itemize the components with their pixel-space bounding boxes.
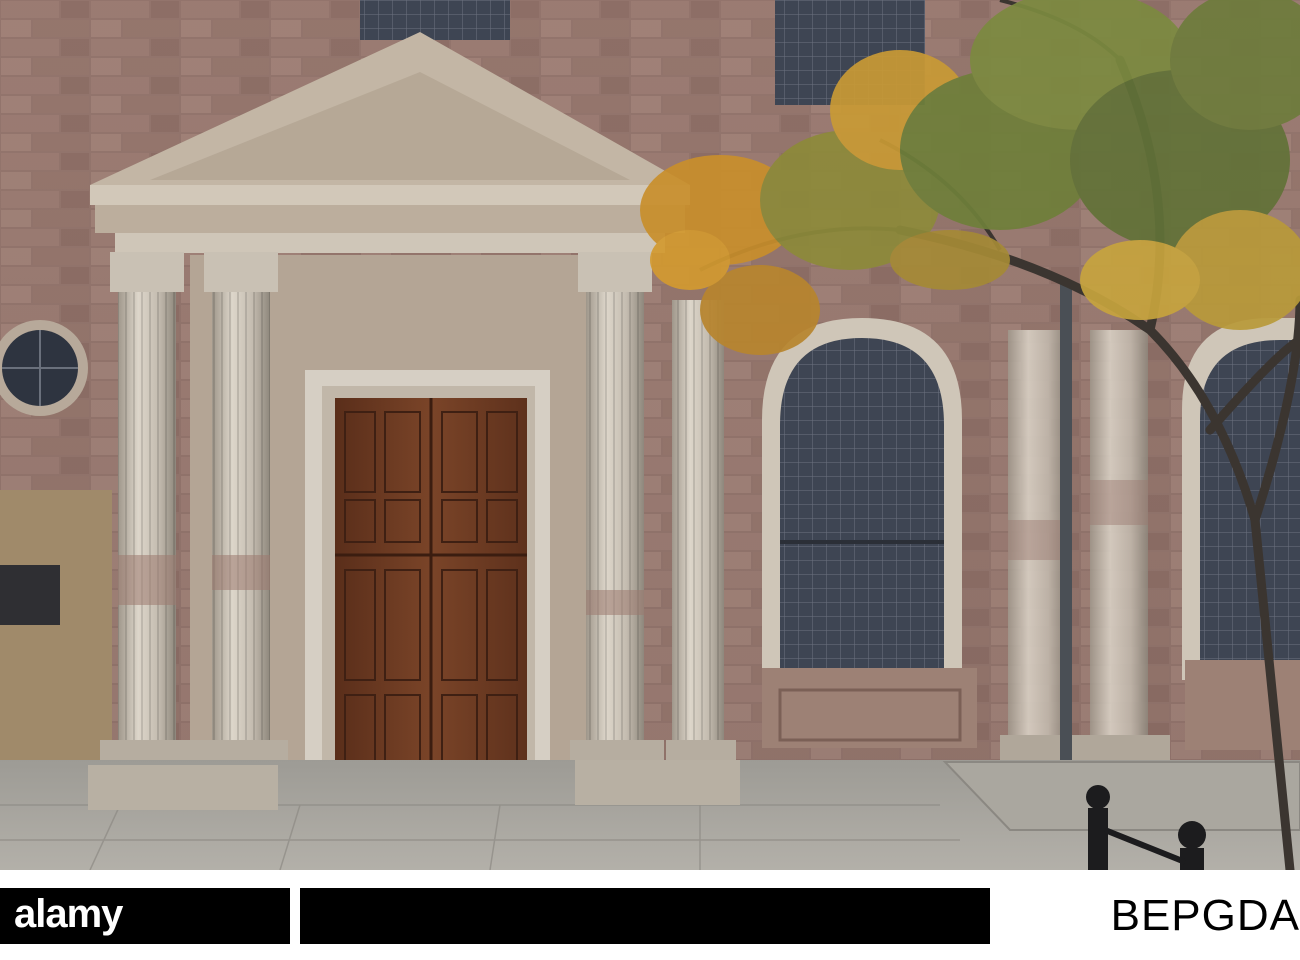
upper-window-left: [360, 0, 510, 40]
church-facade-photo: [0, 0, 1300, 870]
stained-glass-window-right: [1182, 318, 1300, 750]
alamy-logo: alamy: [0, 888, 290, 944]
drainpipe: [1060, 280, 1072, 760]
stained-glass-window: [762, 318, 977, 748]
image-id-text: BEPGDA: [1110, 891, 1300, 940]
image-id: BEPGDA: [1000, 888, 1300, 944]
alamy-brand-text: alamy: [14, 892, 123, 936]
watermark-strip: [300, 888, 990, 944]
wooden-door: [335, 398, 527, 776]
